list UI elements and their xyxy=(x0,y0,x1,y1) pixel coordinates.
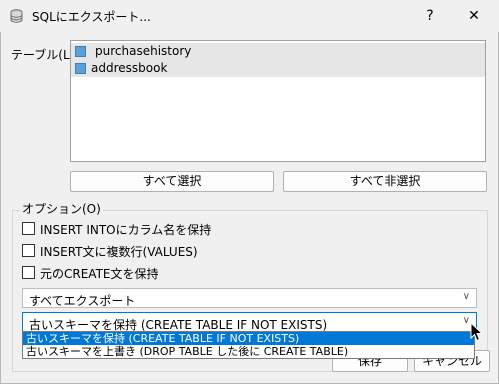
title-bar: SQLにエクスポート... ? ✕ xyxy=(0,0,499,32)
list-item-label: purchasehistory xyxy=(95,44,192,58)
multi-row-insert-label[interactable]: INSERT文に複数行(VALUES) xyxy=(40,243,198,260)
dropdown-option-keep[interactable]: 古いスキーマを保持 (CREATE TABLE IF NOT EXISTS) xyxy=(23,332,474,345)
table-icon xyxy=(75,46,86,57)
tables-list[interactable]: purchasehistory addressbook xyxy=(70,40,486,162)
table-icon xyxy=(75,63,86,74)
dropdown-option-label: 古いスキーマを上書き (DROP TABLE した後に CREATE TABLE… xyxy=(26,345,349,358)
keep-column-names-checkbox[interactable] xyxy=(22,222,35,235)
tables-label: テーブル(L) xyxy=(11,48,75,62)
close-button[interactable]: ✕ xyxy=(454,4,494,28)
multi-row-insert-checkbox[interactable] xyxy=(22,244,35,257)
schema-mode-dropdown[interactable]: 古いスキーマを保持 (CREATE TABLE IF NOT EXISTS) 古… xyxy=(22,331,475,359)
schema-mode-select[interactable]: 古いスキーマを保持 (CREATE TABLE IF NOT EXISTS) ∨ xyxy=(22,312,477,332)
mouse-cursor-icon xyxy=(470,321,484,342)
dropdown-option-overwrite[interactable]: 古いスキーマを上書き (DROP TABLE した後に CREATE TABLE… xyxy=(23,345,474,358)
select-all-button[interactable]: すべて選択 xyxy=(70,171,274,192)
dropdown-option-label: 古いスキーマを保持 (CREATE TABLE IF NOT EXISTS) xyxy=(26,332,300,345)
list-item[interactable]: addressbook xyxy=(71,60,485,77)
chevron-down-icon: ∨ xyxy=(462,291,470,302)
chevron-down-icon: ∨ xyxy=(462,315,470,326)
list-item[interactable]: purchasehistory xyxy=(71,43,485,60)
deselect-all-button[interactable]: すべて非選択 xyxy=(283,171,487,192)
export-scope-select[interactable]: すべてエクスポート ∨ xyxy=(22,288,477,308)
list-item-label: addressbook xyxy=(91,61,168,75)
database-icon xyxy=(10,9,23,23)
keep-create-statement-checkbox[interactable] xyxy=(22,266,35,279)
export-scope-value: すべてエクスポート xyxy=(29,294,136,308)
help-button[interactable]: ? xyxy=(410,4,450,28)
window-title: SQLにエクスポート... xyxy=(32,10,151,24)
keep-create-statement-label[interactable]: 元のCREATE文を保持 xyxy=(40,265,159,282)
keep-column-names-label[interactable]: INSERT INTOにカラム名を保持 xyxy=(40,221,211,238)
options-group-label: オプション(O) xyxy=(20,200,103,217)
